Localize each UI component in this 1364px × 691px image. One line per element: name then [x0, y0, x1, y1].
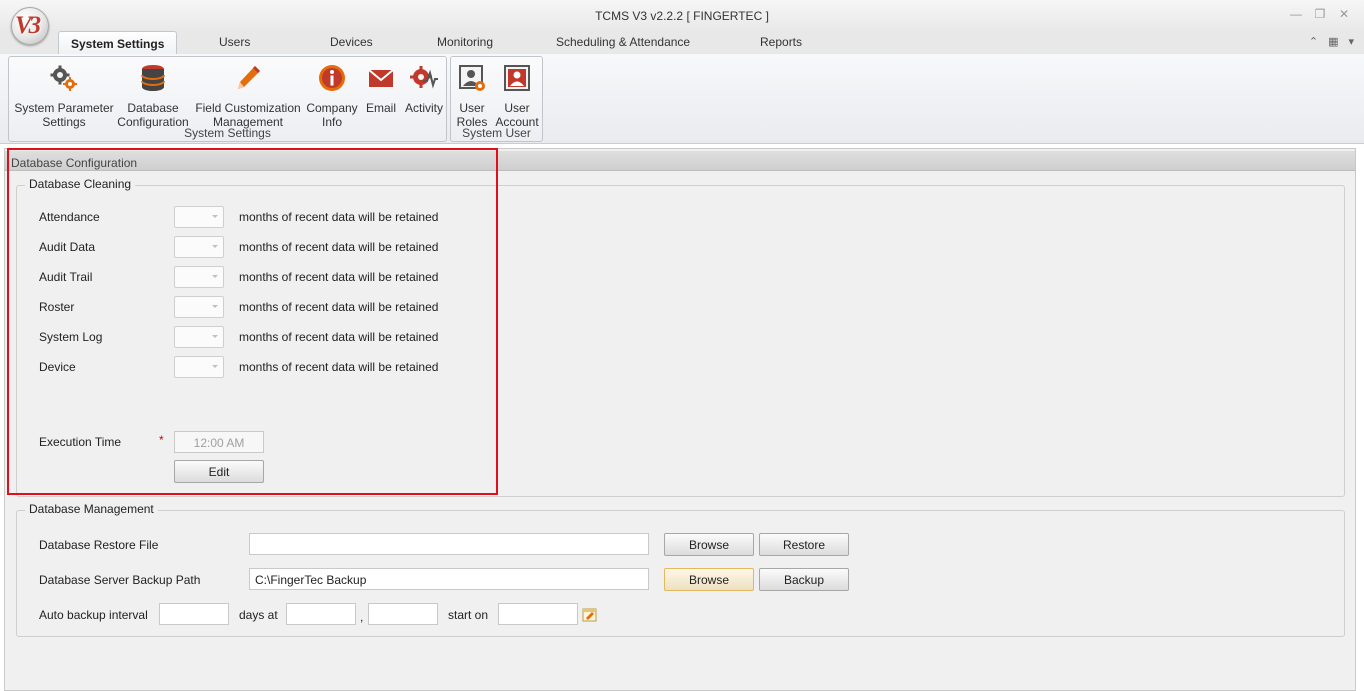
database-configuration-button[interactable]: Database Configuration: [114, 63, 192, 129]
envelope-icon: [366, 63, 396, 93]
user-account-label-1: User: [504, 101, 530, 115]
minimize-icon[interactable]: —: [1290, 7, 1302, 21]
restore-browse-button[interactable]: Browse: [664, 533, 754, 556]
gears-icon: [49, 63, 79, 93]
layout-icon[interactable]: ▦: [1328, 35, 1338, 48]
system-parameter-settings-button[interactable]: System Parameter Settings: [12, 63, 116, 129]
backup-path-input[interactable]: C:\FingerTec Backup: [249, 568, 649, 590]
tab-system-settings[interactable]: System Settings: [58, 31, 178, 55]
ribbon: System Parameter Settings Database Confi…: [0, 54, 1364, 144]
field-customization-label-1: Field Customization: [195, 101, 301, 115]
restore-button[interactable]: Restore: [759, 533, 849, 556]
tab-scheduling-attendance[interactable]: Scheduling & Attendance: [556, 35, 690, 49]
backup-path-label: Database Server Backup Path: [39, 573, 201, 587]
days-at-label: days at: [239, 608, 278, 622]
info-icon: [317, 63, 347, 93]
user-roles-icon: [457, 63, 487, 93]
backup-minute-input[interactable]: [368, 603, 438, 625]
ribbon-group-system-user: User Roles User Account System User: [450, 56, 543, 142]
system-user-group-label: System User: [462, 126, 531, 140]
database-config-label-1: Database: [127, 101, 179, 115]
title-bar: TCMS V3 v2.2.2 [ FINGERTEC ] — ❐ ✕: [0, 0, 1364, 30]
pencil-icon: [233, 63, 263, 93]
system-parameter-label-1: System Parameter: [14, 101, 114, 115]
backup-hour-input[interactable]: [286, 603, 356, 625]
window-title: TCMS V3 v2.2.2 [ FINGERTEC ]: [595, 9, 769, 23]
restore-file-input[interactable]: [249, 533, 649, 555]
highlight-box: [7, 148, 498, 495]
activity-gear-icon: [409, 63, 439, 93]
auto-backup-label: Auto backup interval: [39, 608, 148, 622]
dropdown-icon[interactable]: ▾: [1348, 35, 1354, 48]
tab-monitoring[interactable]: Monitoring: [437, 35, 493, 49]
company-info-button[interactable]: Company Info: [304, 63, 360, 129]
database-icon: [138, 63, 168, 93]
backup-button[interactable]: Backup: [759, 568, 849, 591]
app-logo-text: V3: [15, 12, 41, 39]
user-roles-label-1: User: [459, 101, 485, 115]
database-management-title: Database Management: [25, 502, 158, 516]
calendar-icon[interactable]: [582, 607, 597, 622]
start-date-input[interactable]: [498, 603, 578, 625]
tab-reports[interactable]: Reports: [760, 35, 802, 49]
company-info-label-1: Company: [306, 101, 358, 115]
start-on-label: start on: [448, 608, 489, 622]
system-settings-group-label: System Settings: [184, 126, 271, 140]
collapse-ribbon-icon[interactable]: ⌃: [1309, 35, 1318, 48]
backup-browse-button[interactable]: Browse: [664, 568, 754, 591]
app-logo[interactable]: V3: [11, 7, 49, 45]
restore-file-label: Database Restore File: [39, 538, 159, 552]
email-label: Email: [365, 101, 396, 115]
ribbon-group-system-settings: System Parameter Settings Database Confi…: [8, 56, 447, 142]
time-separator: ,: [360, 610, 364, 624]
restore-icon[interactable]: ❐: [1314, 7, 1326, 21]
tab-row-tools: ⌃ ▦ ▾: [1309, 35, 1354, 48]
auto-backup-interval-input[interactable]: [159, 603, 229, 625]
email-button[interactable]: Email: [361, 63, 401, 115]
activity-button[interactable]: Activity: [402, 63, 446, 115]
activity-label: Activity: [404, 101, 443, 115]
user-roles-button[interactable]: User Roles: [454, 63, 490, 129]
user-account-button[interactable]: User Account: [493, 63, 541, 129]
field-customization-button[interactable]: Field Customization Management: [195, 63, 301, 129]
tab-devices[interactable]: Devices: [330, 35, 373, 49]
window-controls: — ❐ ✕: [1290, 7, 1350, 21]
user-account-icon: [502, 63, 532, 93]
ribbon-tabs: System Settings Users Devices Monitoring…: [0, 30, 1364, 55]
database-management-group: Database Management Database Restore Fil…: [16, 502, 1345, 637]
tab-users[interactable]: Users: [219, 35, 250, 49]
close-icon[interactable]: ✕: [1338, 7, 1350, 21]
